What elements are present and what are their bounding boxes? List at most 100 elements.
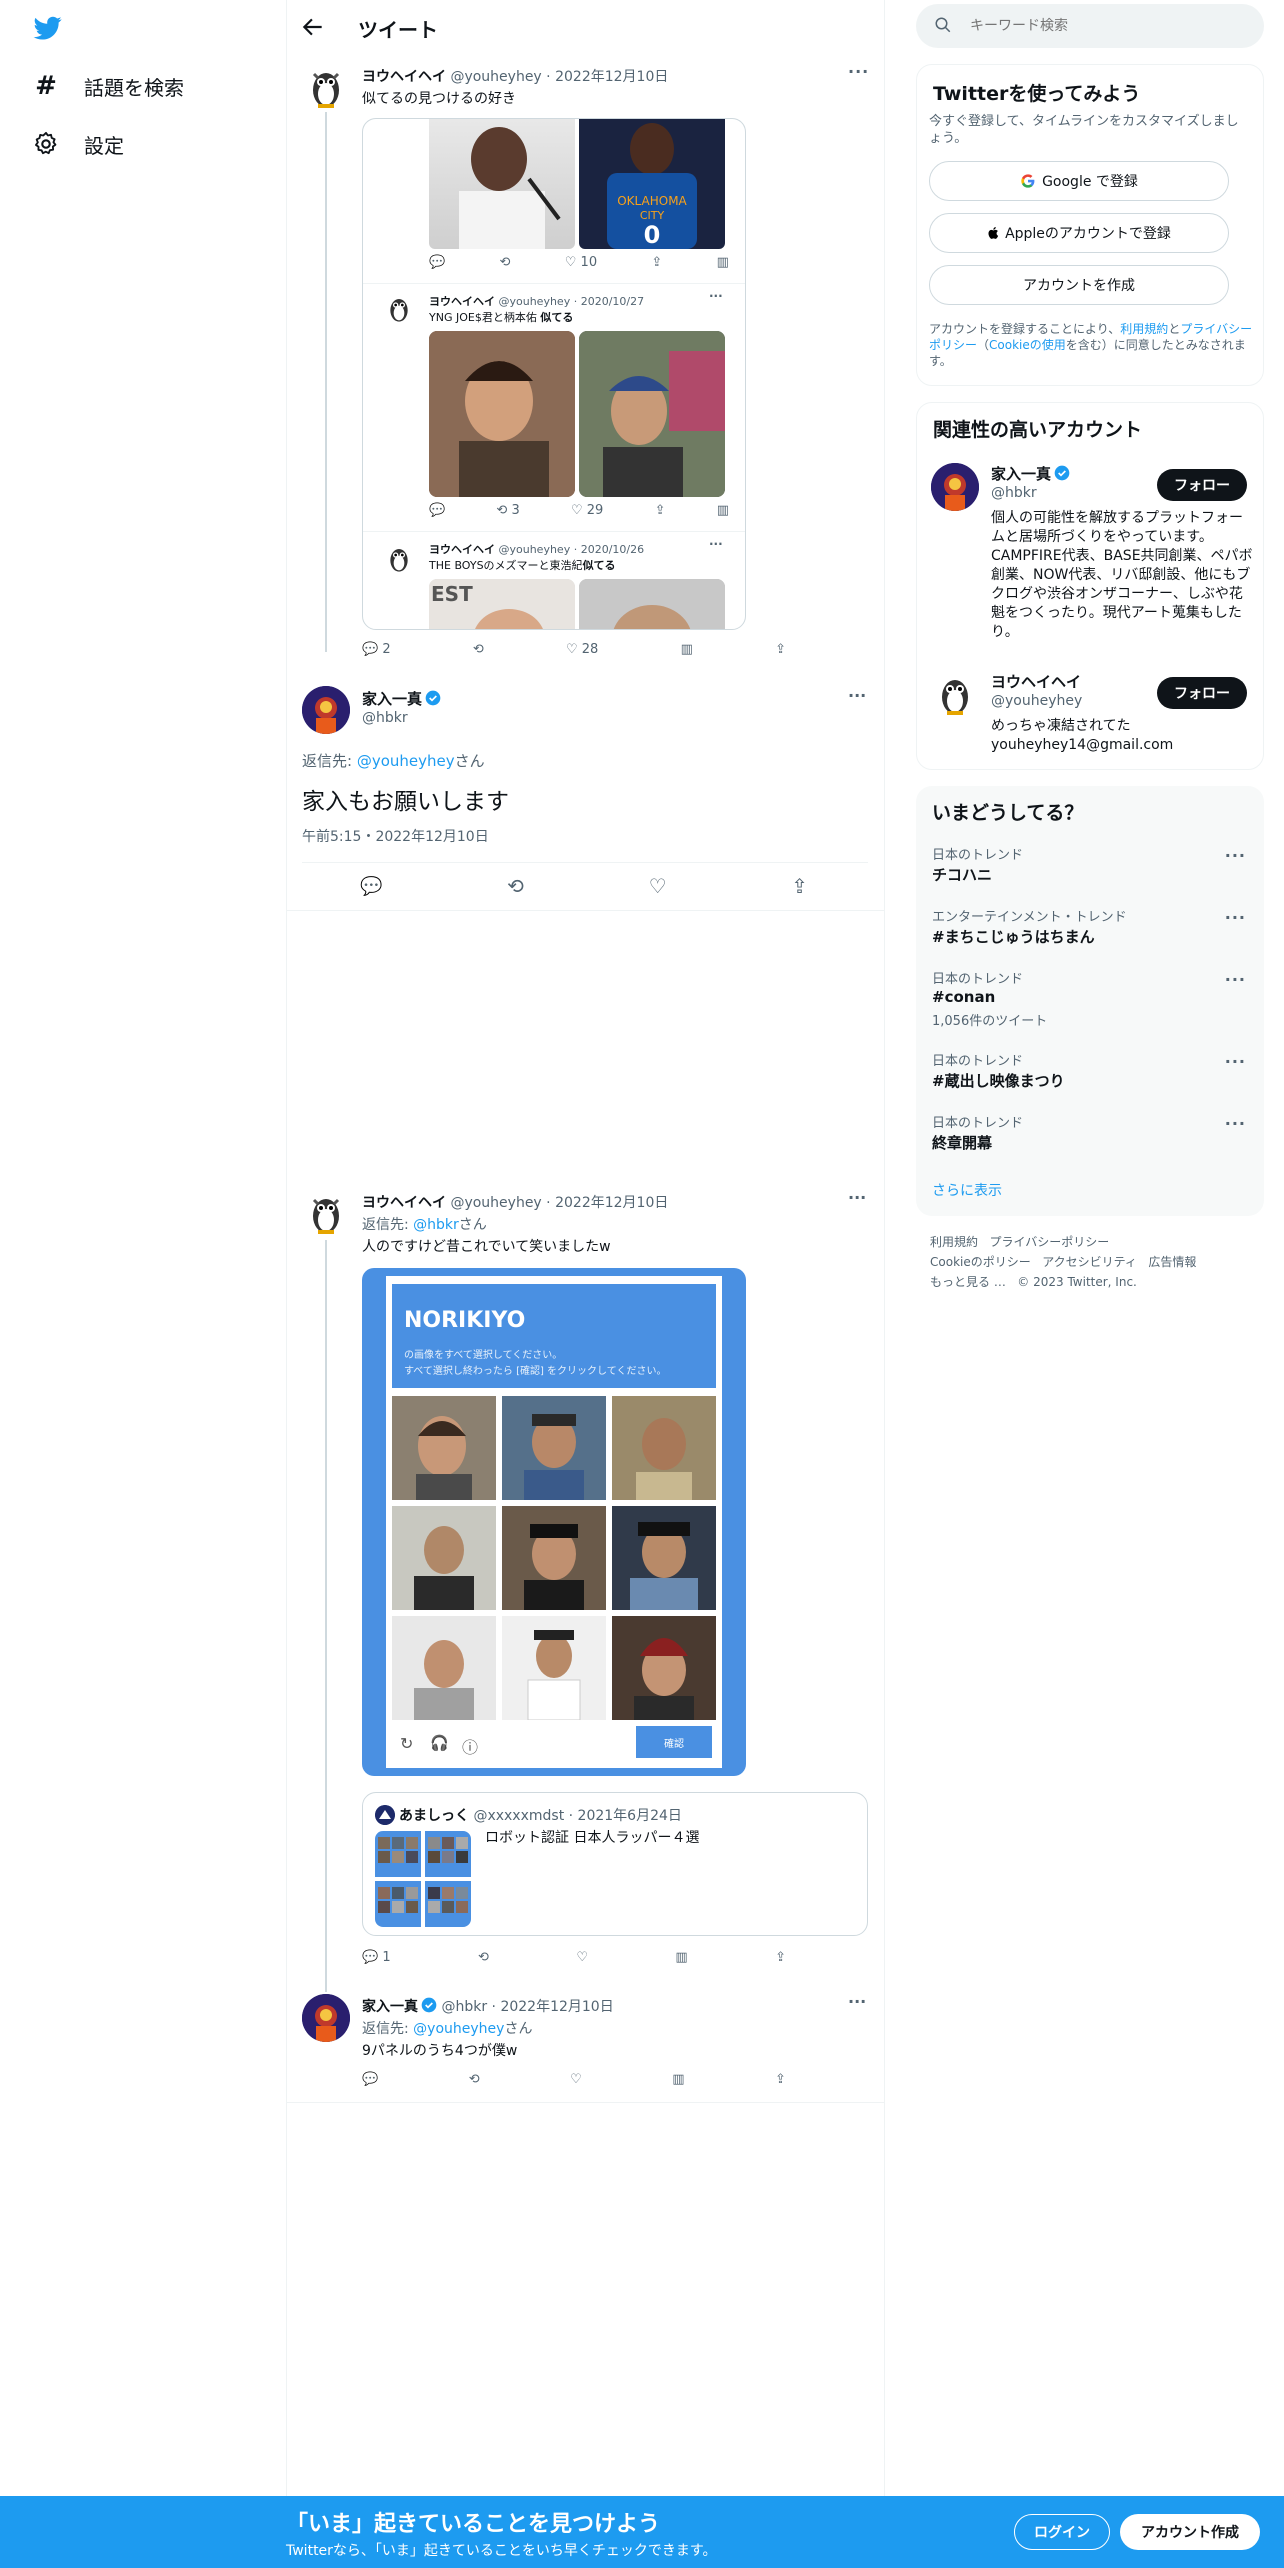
footer-more-link[interactable]: もっと見る … <box>930 1275 1006 1289</box>
quote-tweet[interactable]: あましっく @xxxxxmdst · 2021年6月24日 ロボット認証 日本人… <box>362 1792 868 1936</box>
analytics-icon[interactable]: ▥ <box>681 642 693 657</box>
search-input[interactable] <box>970 14 1240 38</box>
author-handle[interactable]: @youheyhey <box>450 69 541 85</box>
tweet-timestamp[interactable]: 午前5:15・2022年12月10日 <box>302 826 489 846</box>
google-signup-button[interactable]: Google で登録 <box>929 161 1229 201</box>
account-handle[interactable]: @youheyhey <box>991 693 1082 709</box>
account-name[interactable]: ヨウヘイヘイ <box>991 671 1081 692</box>
avatar[interactable] <box>302 686 350 734</box>
heart-icon[interactable]: ♡ <box>570 2072 582 2087</box>
signup-button[interactable]: アカウント作成 <box>1120 2514 1260 2550</box>
reply-icon[interactable]: 💬 <box>429 503 445 518</box>
captcha-verify-button[interactable]: 確認 <box>636 1726 712 1758</box>
retweet-button[interactable]: ⟲ 3 <box>496 503 519 518</box>
follow-button[interactable]: フォロー <box>1157 677 1247 709</box>
captcha-tile[interactable] <box>392 1506 496 1610</box>
like-button[interactable]: ♡ 10 <box>565 255 597 270</box>
captcha-tile[interactable] <box>392 1396 496 1500</box>
account-name-text[interactable]: 家入一真 <box>991 465 1051 483</box>
like-button[interactable]: ♡ 28 <box>566 642 598 657</box>
back-arrow-icon[interactable] <box>300 14 326 40</box>
tweet-image[interactable] <box>579 331 725 497</box>
twitter-logo-icon[interactable] <box>32 14 64 42</box>
cookie-link[interactable]: Cookieの使用 <box>989 338 1066 352</box>
more-icon[interactable]: ··· <box>1225 1052 1246 1071</box>
reply-icon[interactable]: 💬 <box>429 255 445 270</box>
reply-to-link[interactable]: @hbkr <box>413 1217 459 1233</box>
retweet-icon[interactable]: ⟲ <box>478 1950 489 1965</box>
avatar[interactable] <box>302 1190 350 1238</box>
retweet-icon[interactable]: ⟲ <box>507 874 524 898</box>
author-name[interactable]: ヨウヘイヘイ <box>362 1195 446 1211</box>
info-icon[interactable]: ⓘ <box>462 1734 478 1758</box>
refresh-icon[interactable]: ↻ <box>400 1734 413 1753</box>
heart-icon[interactable]: ♡ <box>576 1950 588 1965</box>
reply-icon[interactable]: 💬 <box>360 876 382 897</box>
nav-explore[interactable]: # 話題を検索 <box>32 66 184 106</box>
more-icon[interactable]: ··· <box>848 686 866 705</box>
more-icon[interactable]: ··· <box>848 62 869 81</box>
captcha-image[interactable]: NORIKIYO の画像をすべて選択してください。 すべて選択し終わったら [確… <box>362 1268 746 1776</box>
author-handle[interactable]: @youheyhey <box>450 1195 541 1211</box>
author-name[interactable]: ヨウヘイヘイ <box>429 295 495 308</box>
tweet-date[interactable]: 2020/10/27 <box>581 295 644 308</box>
analytics-icon[interactable]: ▥ <box>675 1950 687 1965</box>
avatar[interactable] <box>302 64 350 112</box>
reply-to-link[interactable]: @youheyhey <box>413 2021 504 2037</box>
avatar[interactable] <box>931 463 979 511</box>
more-icon[interactable]: ··· <box>709 289 723 303</box>
footer-accessibility-link[interactable]: アクセシビリティ <box>1042 1255 1137 1269</box>
retweet-icon[interactable]: ⟲ <box>469 2072 480 2087</box>
reply-icon[interactable]: 💬 <box>362 2072 378 2087</box>
tweet-image[interactable]: EST <box>429 579 575 629</box>
share-icon[interactable]: ⇪ <box>791 874 808 898</box>
tweet-date[interactable]: 2022年12月10日 <box>500 1999 613 2015</box>
like-button[interactable]: ♡ 29 <box>571 503 603 518</box>
avatar[interactable] <box>931 671 979 719</box>
captcha-tile[interactable] <box>502 1616 606 1721</box>
avatar[interactable] <box>383 543 415 575</box>
captcha-tile[interactable] <box>502 1506 606 1610</box>
more-icon[interactable]: ··· <box>1225 846 1246 865</box>
reply-button[interactable]: 💬 1 <box>362 1950 391 1965</box>
tweet-date[interactable]: 2020/10/26 <box>581 543 644 556</box>
tweet-image[interactable]: OKLAHOMA CITY 0 <box>579 119 725 249</box>
footer-privacy-link[interactable]: プライバシーポリシー <box>989 1235 1109 1249</box>
retweet-icon[interactable]: ⟲ <box>473 642 484 657</box>
headphones-icon[interactable]: 🎧 <box>430 1734 449 1752</box>
author-name[interactable]: 家入一真 <box>362 690 422 708</box>
author-handle[interactable]: @hbkr <box>441 1999 487 2015</box>
more-icon[interactable]: ··· <box>848 1992 866 2011</box>
tweet-image[interactable] <box>579 579 725 629</box>
avatar[interactable] <box>383 293 415 325</box>
tweet-image[interactable] <box>429 331 575 497</box>
follow-button[interactable]: フォロー <box>1157 469 1247 501</box>
embedded-thread-card[interactable]: OKLAHOMA CITY 0 💬 ⟲ ♡ 10 ⇪ ▥ ヨウヘイヘイ @youhe… <box>362 118 746 630</box>
tweet-image[interactable] <box>429 119 575 249</box>
captcha-tile[interactable] <box>392 1616 496 1720</box>
more-icon[interactable]: ··· <box>1225 1114 1246 1133</box>
more-icon[interactable]: ··· <box>709 537 723 551</box>
analytics-icon[interactable]: ▥ <box>717 255 729 270</box>
footer-terms-link[interactable]: 利用規約 <box>930 1235 978 1249</box>
footer-cookie-link[interactable]: Cookieのポリシー <box>930 1255 1031 1269</box>
author-handle[interactable]: @hbkr <box>362 710 408 726</box>
author-handle[interactable]: @youheyhey <box>499 295 571 308</box>
nav-settings[interactable]: 設定 <box>32 124 124 164</box>
terms-link[interactable]: 利用規約 <box>1120 322 1168 336</box>
show-more-link[interactable]: さらに表示 <box>932 1180 1002 1200</box>
tweet-date[interactable]: 2022年12月10日 <box>555 1195 668 1211</box>
more-icon[interactable]: ··· <box>1225 908 1246 927</box>
search-bar[interactable] <box>916 4 1264 48</box>
footer-ads-link[interactable]: 広告情報 <box>1148 1255 1196 1269</box>
author-handle[interactable]: @youheyhey <box>499 543 571 556</box>
tweet-date[interactable]: 2022年12月10日 <box>555 69 668 85</box>
share-icon[interactable]: ⇪ <box>655 503 666 518</box>
login-button[interactable]: ログイン <box>1014 2514 1110 2550</box>
more-icon[interactable]: ··· <box>1225 970 1246 989</box>
create-account-button[interactable]: アカウントを作成 <box>929 265 1229 305</box>
more-icon[interactable]: ··· <box>848 1188 866 1207</box>
captcha-tile[interactable] <box>502 1396 606 1500</box>
reply-button[interactable]: 💬 2 <box>362 642 391 657</box>
captcha-tile[interactable] <box>612 1396 716 1500</box>
